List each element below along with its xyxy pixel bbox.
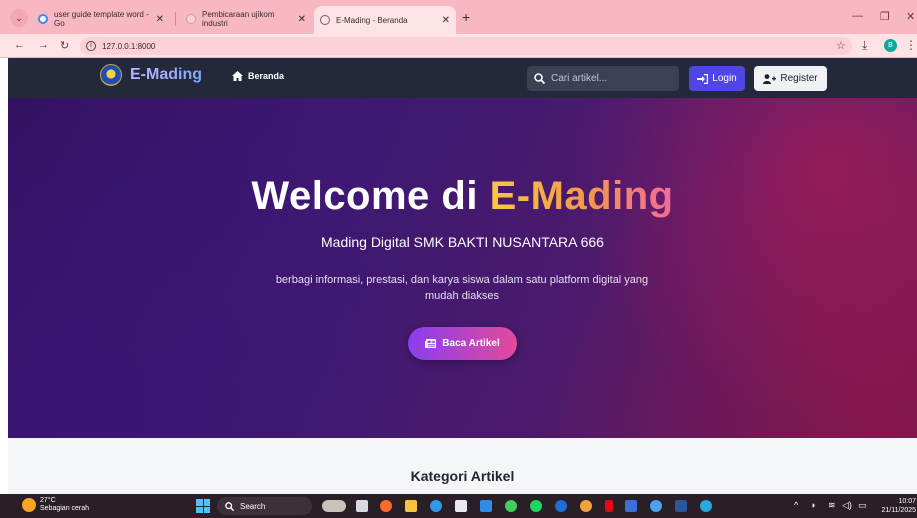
netflix-icon[interactable]: [605, 500, 613, 512]
google-icon: [38, 14, 48, 24]
chrome-profile-icon[interactable]: [650, 500, 662, 512]
vscode-icon[interactable]: [480, 500, 492, 512]
task-view-icon[interactable]: [356, 500, 368, 512]
hero-description: berbagi informasi, prestasi, dan karya s…: [275, 274, 649, 302]
hero-title-main: Welcome di: [251, 174, 490, 218]
wifi-icon[interactable]: ≋: [828, 500, 836, 511]
minimize-icon[interactable]: —: [852, 10, 863, 22]
globe-icon: [320, 15, 330, 25]
url-field[interactable]: i 127.0.0.1:8000: [80, 37, 852, 55]
whatsapp-icon[interactable]: [505, 500, 517, 512]
address-bar-row: ← → ↻ i 127.0.0.1:8000 ☆ ⤓ B ⋮: [0, 34, 917, 58]
reload-icon[interactable]: ↻: [60, 39, 69, 52]
windows-start-icon[interactable]: [196, 499, 210, 513]
taskbar-search-label: Search: [240, 501, 266, 511]
word-icon[interactable]: [675, 500, 687, 512]
newspaper-icon: [425, 339, 437, 348]
clock-date: 21/11/2025: [881, 507, 916, 514]
close-icon[interactable]: ✕: [298, 14, 306, 25]
edge-icon[interactable]: [430, 500, 442, 512]
forward-icon[interactable]: →: [38, 39, 49, 51]
bookmark-star-icon[interactable]: ☆: [836, 39, 846, 52]
volume-icon[interactable]: ◁): [842, 500, 852, 511]
chrome-icon[interactable]: [580, 500, 592, 512]
file-explorer-icon[interactable]: [405, 500, 417, 512]
store-icon[interactable]: [455, 500, 467, 512]
login-label: Login: [712, 73, 737, 84]
page-icon: [186, 14, 196, 24]
nav-link-label: Beranda: [248, 71, 285, 81]
back-icon[interactable]: ←: [14, 39, 25, 51]
battery-icon[interactable]: ▭: [858, 500, 867, 511]
user-plus-icon: [763, 73, 777, 84]
read-articles-button[interactable]: Baca Artikel: [408, 327, 517, 360]
download-icon[interactable]: ⤓: [862, 38, 867, 53]
brand-link[interactable]: E-Mading: [100, 64, 202, 86]
weather-temp: 27°C: [40, 497, 56, 504]
school-logo-icon: [100, 64, 122, 86]
category-section: Kategori Artikel: [8, 438, 917, 494]
steam-icon[interactable]: [555, 500, 567, 512]
info-icon[interactable]: i: [86, 41, 96, 51]
login-icon: [697, 73, 709, 84]
taskbar-clock[interactable]: 10:07 21/11/2025: [872, 497, 916, 515]
os-taskbar: 27°C Sebagian cerah Search ^ ◑ ≋ ◁) ▭ 10…: [0, 494, 917, 518]
register-button[interactable]: Register: [754, 66, 827, 91]
hero-section: Welcome di E-Mading Mading Digital SMK B…: [8, 98, 917, 438]
tab-title: Pembicaraan ujikom industri: [202, 10, 275, 28]
tab-divider: [175, 12, 176, 26]
close-icon[interactable]: ✕: [156, 14, 164, 25]
close-window-icon[interactable]: ✕: [906, 10, 915, 23]
browser-tab-strip: ⌄ user guide template word - Go ✕ Pembic…: [0, 0, 917, 34]
new-tab-icon[interactable]: +: [462, 9, 470, 25]
cloud-app-icon[interactable]: [700, 500, 712, 512]
search-box: [527, 66, 679, 91]
clock-time: 10:07: [898, 498, 916, 505]
login-button[interactable]: Login: [689, 66, 745, 91]
tab-title: E-Mading - Beranda: [336, 15, 408, 25]
weather-widget[interactable]: 27°C Sebagian cerah: [22, 497, 89, 513]
taskbar-search[interactable]: Search: [217, 497, 312, 515]
tray-chevron-icon[interactable]: ^: [794, 500, 798, 510]
tab-title: user guide template word - Go: [54, 10, 149, 28]
hero-title-accent: E-Mading: [489, 174, 674, 218]
search-icon: [225, 501, 234, 511]
weather-sun-icon: [22, 498, 36, 512]
browser-tab-3[interactable]: E-Mading - Beranda ✕: [314, 6, 456, 34]
spotify-icon[interactable]: [530, 500, 542, 512]
browser-tab-1[interactable]: user guide template word - Go ✕: [32, 8, 170, 30]
hero-title: Welcome di E-Mading: [8, 174, 917, 219]
brand-name: E-Mading: [130, 66, 202, 83]
close-icon[interactable]: ✕: [442, 15, 450, 26]
nav-link-beranda[interactable]: Beranda: [232, 71, 284, 81]
url-text: 127.0.0.1:8000: [102, 41, 156, 51]
restore-icon[interactable]: ❐: [880, 10, 890, 23]
search-icon: [534, 73, 545, 84]
widget-image-icon[interactable]: [322, 500, 346, 512]
site-navbar: E-Mading Beranda Login Register: [8, 58, 917, 98]
menu-dots-icon[interactable]: ⋮: [905, 38, 917, 52]
home-icon: [232, 71, 243, 81]
weather-desc: Sebagian cerah: [40, 505, 90, 512]
section-title: Kategori Artikel: [410, 468, 515, 484]
register-label: Register: [780, 73, 818, 84]
read-articles-label: Baca Artikel: [442, 338, 500, 349]
copilot-icon[interactable]: [380, 500, 392, 512]
hero-subtitle: Mading Digital SMK BAKTI NUSANTARA 666: [321, 234, 604, 250]
browser-tab-2[interactable]: Pembicaraan ujikom industri ✕: [180, 8, 312, 30]
app-icon[interactable]: [625, 500, 637, 512]
tray-app-icon[interactable]: ◑: [810, 500, 815, 510]
search-input[interactable]: [551, 73, 671, 84]
profile-avatar[interactable]: B: [884, 39, 897, 52]
tab-search-button[interactable]: ⌄: [10, 9, 28, 27]
